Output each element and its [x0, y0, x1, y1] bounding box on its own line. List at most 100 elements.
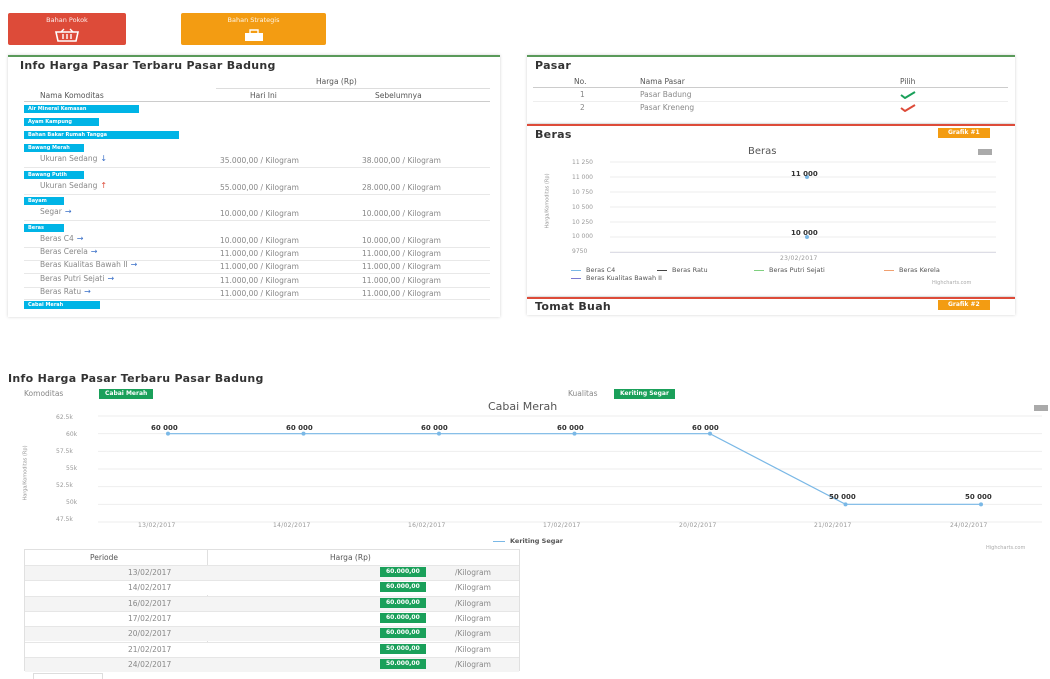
- info-harga-title: Info Harga Pasar Terbaru Pasar Badung: [20, 59, 276, 72]
- shopping-bag-icon: [244, 29, 263, 41]
- ytick: 10 500: [572, 204, 593, 211]
- legend-marker: [884, 270, 894, 271]
- back-button[interactable]: [33, 673, 103, 679]
- table-row: [25, 626, 519, 642]
- previous-price: 38.000,00 / Kilogram: [362, 156, 441, 165]
- data-point: [979, 502, 983, 507]
- col-nama-komoditas: Nama Komoditas: [40, 91, 104, 100]
- ytick: 10 000: [572, 233, 593, 240]
- previous-price: 10.000,00 / Kilogram: [362, 209, 441, 218]
- data-label: 10 000: [791, 229, 818, 237]
- cabai-credit[interactable]: Highcharts.com: [986, 545, 1025, 551]
- legend-item[interactable]: Keriting Segar: [510, 537, 563, 545]
- harga-badge: 60.000,00: [380, 567, 426, 577]
- legend-item[interactable]: Beras Kerela: [899, 266, 940, 274]
- data-point: [301, 431, 306, 436]
- pasar-panel: Pasar: [527, 55, 1015, 123]
- arrow-right-icon: →: [90, 247, 98, 256]
- komoditas-select[interactable]: Cabai Merah: [99, 389, 154, 399]
- arrow-right-icon: →: [64, 207, 72, 216]
- harga-badge: 60.000,00: [380, 612, 426, 623]
- xtick: 21/02/2017: [814, 522, 852, 529]
- harga-group-header: Harga (Rp): [316, 77, 357, 86]
- previous-price: 28.000,00 / Kilogram: [362, 183, 441, 192]
- legend-item[interactable]: Beras Ratu: [672, 266, 708, 274]
- category-cabai-merah[interactable]: Cabai Merah: [24, 301, 100, 309]
- data-label: 60 000: [421, 424, 448, 432]
- bahan-strategis-label: Bahan Strategis: [227, 16, 280, 24]
- today-price: 11.000,00 / Kilogram: [220, 262, 299, 271]
- data-label: 50 000: [965, 493, 992, 501]
- table-row: Ukuran Sedang ↑: [40, 181, 108, 190]
- beras-chart-title: Beras: [748, 146, 777, 157]
- today-price: 11.000,00 / Kilogram: [220, 289, 299, 298]
- pasar-row-name: Pasar Badung: [640, 90, 692, 99]
- table-row: Beras C4 →: [40, 234, 84, 243]
- unit-cell: /Kilogram: [455, 568, 491, 577]
- col-nama-pasar: Nama Pasar: [640, 77, 685, 86]
- category-bawang-putih[interactable]: Bawang Putih: [24, 171, 84, 179]
- bahan-strategis-button[interactable]: Bahan Strategis: [181, 13, 326, 45]
- check-icon[interactable]: [900, 104, 916, 112]
- data-label: 50 000: [829, 493, 856, 501]
- beras-credit[interactable]: Highcharts.com: [932, 280, 971, 286]
- grafik-2-button[interactable]: Grafik #2: [938, 300, 990, 310]
- pasar-title: Pasar: [535, 59, 572, 72]
- category-air-mineral[interactable]: Air Mineral Kemasan: [24, 105, 139, 113]
- previous-price: 11.000,00 / Kilogram: [362, 249, 441, 258]
- category-bayam[interactable]: Bayam: [24, 197, 64, 205]
- legend-item[interactable]: Beras Putri Sejati: [769, 266, 825, 274]
- table-row: [25, 656, 519, 672]
- pasar-row-no: 2: [580, 103, 585, 112]
- ytick: 10 250: [572, 219, 593, 226]
- table-row: [25, 595, 519, 611]
- legend-item[interactable]: Beras Kualitas Bawah II: [586, 274, 662, 282]
- ytick: 9750: [572, 248, 588, 255]
- table-row: [25, 565, 519, 580]
- xtick: 23/02/2017: [780, 255, 818, 262]
- beras-title: Beras: [535, 128, 572, 141]
- xtick: 17/02/2017: [543, 522, 581, 529]
- category-beras[interactable]: Beras: [24, 224, 64, 232]
- ytick: 60k: [66, 431, 78, 438]
- previous-price: 11.000,00 / Kilogram: [362, 262, 441, 271]
- basket-icon: [55, 28, 79, 42]
- legend-item[interactable]: Beras C4: [586, 266, 615, 274]
- arrow-up-icon: ↑: [100, 181, 108, 190]
- grafik-1-button[interactable]: Grafik #1: [938, 128, 990, 138]
- col-pilih: Pilih: [900, 77, 916, 86]
- xtick: 16/02/2017: [408, 522, 446, 529]
- unit-cell: /Kilogram: [455, 583, 491, 593]
- table-row: [25, 610, 519, 626]
- data-label: 60 000: [286, 424, 313, 432]
- data-point: [843, 502, 848, 507]
- arrow-right-icon: →: [84, 287, 91, 296]
- category-bawang-merah[interactable]: Bawang Merah: [24, 144, 84, 152]
- harga-badge: 60.000,00: [380, 597, 426, 608]
- harga-badge: 50.000,00: [380, 658, 426, 669]
- chart-menu-icon[interactable]: [978, 149, 992, 155]
- today-price: 55.000,00 / Kilogram: [220, 183, 299, 192]
- today-price: 11.000,00 / Kilogram: [220, 249, 299, 258]
- ytick: 11 250: [572, 159, 593, 166]
- check-icon[interactable]: [900, 91, 916, 99]
- data-point: [572, 431, 577, 436]
- category-bahan-bakar[interactable]: Bahan Bakar Rumah Tangga: [24, 131, 179, 139]
- unit-cell: /Kilogram: [455, 659, 491, 669]
- bahan-pokok-button[interactable]: Bahan Pokok: [8, 13, 126, 45]
- periode-cell: 20/02/2017: [128, 629, 172, 639]
- kualitas-label: Kualitas: [568, 389, 598, 398]
- kualitas-select[interactable]: Keriting Segar: [614, 389, 675, 399]
- ytick: 47.5k: [56, 516, 73, 523]
- periode-cell: 13/02/2017: [128, 568, 172, 577]
- table-row: Ukuran Sedang ↓: [40, 154, 108, 163]
- pasar-row-no: 1: [580, 90, 585, 99]
- arrow-down-icon: ↓: [100, 154, 108, 163]
- today-price: 35.000,00 / Kilogram: [220, 156, 299, 165]
- chart-menu-icon[interactable]: [1034, 405, 1048, 411]
- bahan-pokok-label: Bahan Pokok: [46, 16, 88, 24]
- category-ayam-kampung[interactable]: Ayam Kampung: [24, 118, 99, 126]
- periode-cell: 16/02/2017: [128, 598, 172, 608]
- today-price: 10.000,00 / Kilogram: [220, 236, 299, 245]
- ytick: 55k: [66, 465, 78, 472]
